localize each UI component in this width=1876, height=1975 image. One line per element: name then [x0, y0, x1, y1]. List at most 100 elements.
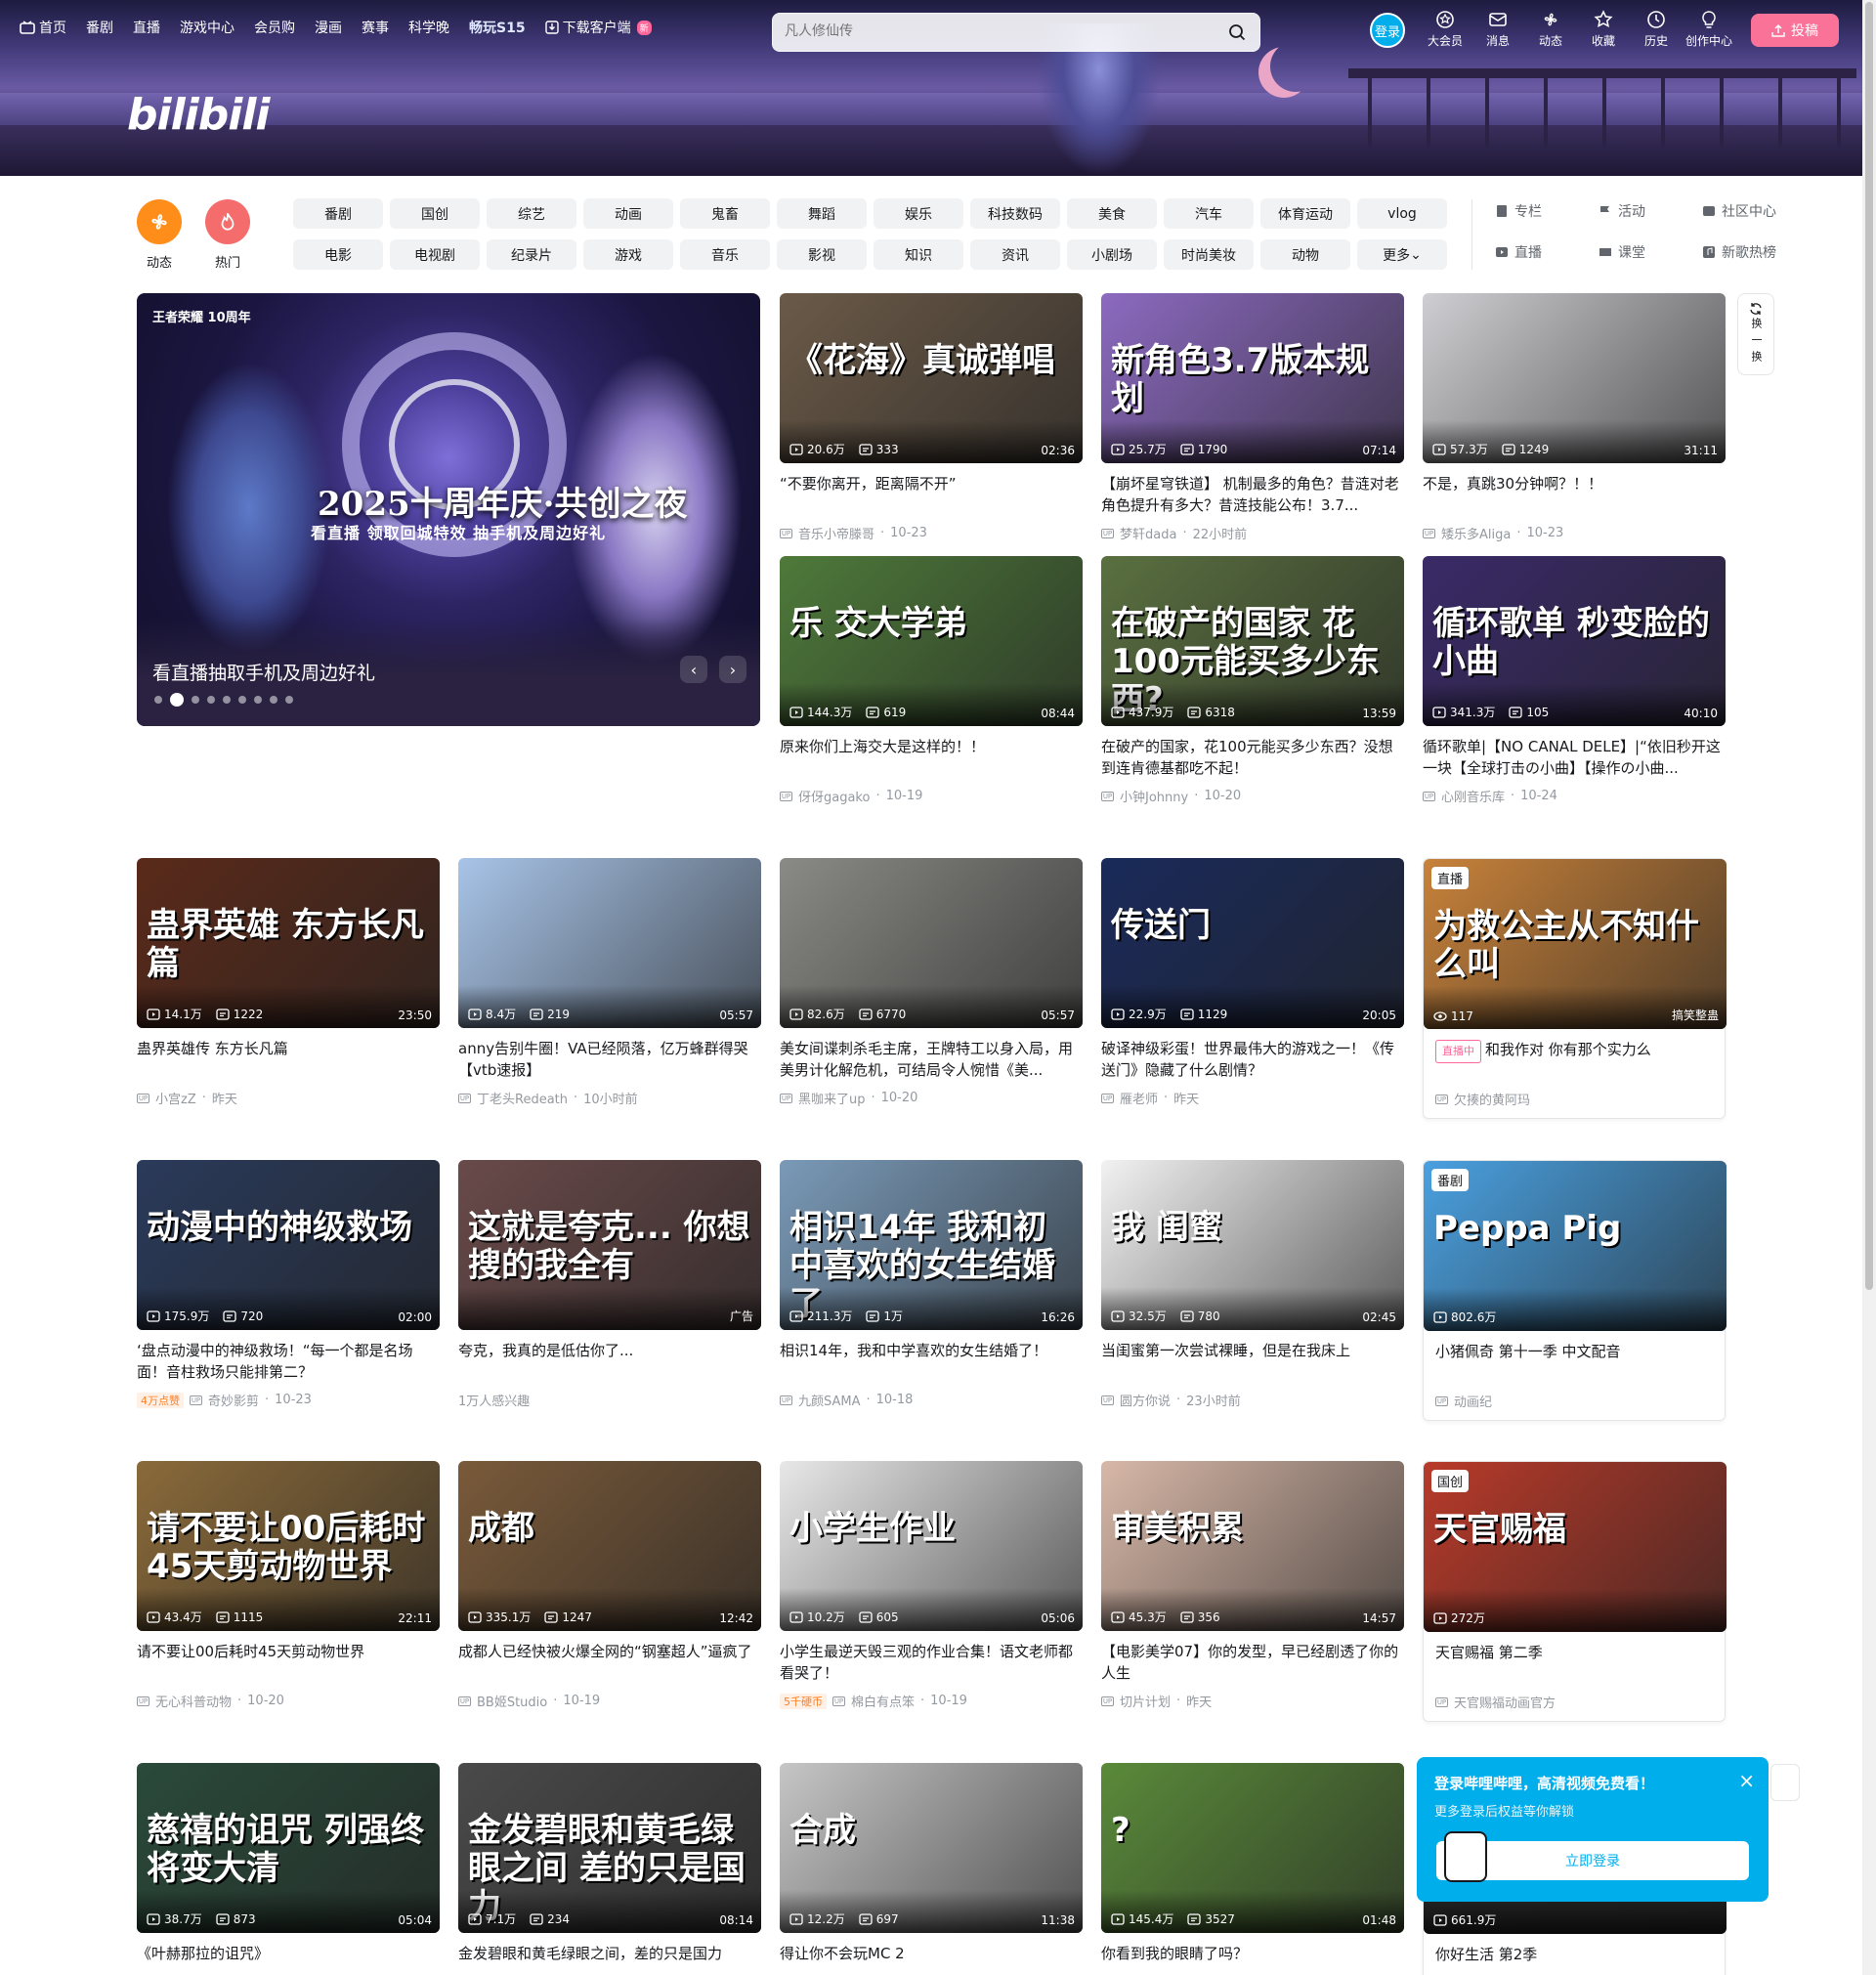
video-title[interactable]: 相识14年，我和中学喜欢的女生结婚了！ [780, 1340, 1083, 1383]
carousel-prev-button[interactable]: ‹ [680, 656, 707, 683]
creator-center-link[interactable]: 创作中心 [1683, 10, 1735, 49]
video-thumbnail[interactable]: 传送门 22.9万 1129 20:05 [1101, 858, 1404, 1028]
video-card[interactable]: 金发碧眼和黄毛绿眼之间 差的只是国力7.1万23408:14金发碧眼和黄毛绿眼之… [458, 1763, 761, 1975]
video-title[interactable]: 【电影美学07】你的发型，早已经剧透了你的人生 [1101, 1641, 1404, 1684]
video-thumbnail[interactable]: 动漫中的神级救场 175.9万 720 02:00 [137, 1160, 440, 1330]
video-title[interactable]: 当闺蜜第一次尝试裸睡，但是在我床上 [1101, 1340, 1404, 1383]
uploader-name[interactable]: 欠揍的黄阿玛 [1454, 1090, 1530, 1108]
channel-chip[interactable]: 音乐 [680, 239, 770, 270]
music-chart-link[interactable]: 新歌热榜 [1702, 242, 1806, 262]
video-title[interactable]: 循环歌单|【NO CANAL DELE】|“依旧秒开这一块【全球打击の小曲】【操… [1423, 736, 1726, 779]
video-title[interactable]: “不要你离开，距离隔不开” [780, 473, 1083, 516]
dynamic-shortcut[interactable]: 动态 [137, 199, 182, 271]
nav-home[interactable]: 首页 [20, 18, 66, 37]
video-card[interactable]: 蛊界英雄 东方长凡篇 14.1万 1222 23:50 蛊界英雄传 东方长凡篇 UP 小宫z… [137, 858, 440, 1107]
nav-manga[interactable]: 漫画 [315, 18, 342, 37]
video-thumbnail[interactable]: 请不要让00后耗时45天剪动物世界 43.4万 1115 22:11 [137, 1461, 440, 1631]
video-thumbnail[interactable]: 82.6万 6770 05:57 [780, 858, 1083, 1028]
video-card[interactable]: 天官赐福 国创 272万 天官赐福 第二季 UP 天官赐福动画官方 [1423, 1461, 1727, 1722]
channel-chip[interactable]: 纪录片 [487, 239, 576, 270]
nav-science[interactable]: 科学晚 [408, 18, 449, 37]
nav-esports[interactable]: 赛事 [362, 18, 389, 37]
video-thumbnail[interactable]: 相识14年 我和初中喜欢的女生结婚了211.3万1万16:26 [780, 1160, 1083, 1330]
video-card[interactable]: 《花海》真诚弹唱 20.6万 333 02:36 “不要你离开，距离隔不开” UP 音乐小帝… [780, 293, 1083, 542]
video-thumbnail[interactable]: 合成 12.2万 697 11:38 [780, 1763, 1083, 1933]
carousel-caption[interactable]: 看直播抽取手机及周边好礼 [152, 659, 375, 685]
video-thumbnail[interactable]: 我 闺蜜 32.5万 780 02:45 [1101, 1160, 1404, 1330]
uploader-name[interactable]: 心刚音乐库 [1441, 787, 1505, 805]
video-thumbnail[interactable]: 小学生作业 10.2万 605 05:06 [780, 1461, 1083, 1631]
video-card[interactable]: ? 145.4万 3527 01:48 你看到我的眼睛了吗？ [1101, 1763, 1404, 1975]
nav-download[interactable]: 下载客户端 新 [544, 18, 652, 37]
carousel-dot[interactable] [207, 696, 215, 704]
class-link[interactable]: 课堂 [1599, 242, 1702, 262]
video-thumbnail[interactable]: 《花海》真诚弹唱 20.6万 333 02:36 [780, 293, 1083, 463]
video-card[interactable]: 传送门 22.9万 1129 20:05 破译神级彩蛋！世界最伟大的游戏之一！《传送门》… [1101, 858, 1404, 1107]
dynamic-link[interactable]: 动态 [1524, 10, 1577, 49]
video-card[interactable]: 我 闺蜜 32.5万 780 02:45 当闺蜜第一次尝试裸睡，但是在我床上 UP 圆方你说… [1101, 1160, 1404, 1409]
uploader-name[interactable]: 梦轩dada [1120, 524, 1176, 542]
nav-game-center[interactable]: 游戏中心 [180, 18, 234, 37]
video-title[interactable]: 蛊界英雄传 东方长凡篇 [137, 1038, 440, 1081]
video-title[interactable]: 破译神级彩蛋！世界最伟大的游戏之一！《传送门》隐藏了什么剧情？ [1101, 1038, 1404, 1081]
carousel-next-button[interactable]: › [719, 656, 746, 683]
video-card[interactable]: 动漫中的神级救场 175.9万 720 02:00 ‘盘点动漫中的神级救场！“每一个都是… [137, 1160, 440, 1409]
uploader-name[interactable]: 九颜SAMA [798, 1391, 861, 1409]
channel-chip[interactable]: 体育运动 [1260, 198, 1350, 229]
close-icon[interactable]: × [1738, 1769, 1755, 1792]
search-input[interactable] [785, 23, 1215, 39]
uploader-name[interactable]: 小钟Johnny [1120, 787, 1188, 805]
channel-chip[interactable]: 动画 [583, 198, 673, 229]
uploader-name[interactable]: BB姬Studio [477, 1692, 547, 1710]
video-title[interactable]: 得让你不会玩MC 2 [780, 1943, 1083, 1975]
hot-shortcut[interactable]: 热门 [205, 199, 250, 271]
scrollbar[interactable] [1862, 0, 1876, 1975]
video-title[interactable]: 金发碧眼和黄毛绿眼之间，差的只是国力 [458, 1943, 761, 1975]
video-card[interactable]: Peppa Pig 番剧 802.6万 小猪佩奇 第十一季 中文配音 UP 动画纪 [1423, 1160, 1727, 1421]
channel-chip[interactable]: 电视剧 [390, 239, 480, 270]
video-title[interactable]: 直播中 和我作对 你有那个实力么 [1424, 1039, 1725, 1082]
video-card[interactable]: 慈禧的诅咒 列强终将变大清 38.7万 873 05:04 《叶赫那拉的诅咒》 [137, 1763, 440, 1975]
uploader-name[interactable]: 无心科普动物 [155, 1692, 232, 1710]
video-thumbnail[interactable]: Peppa Pig 番剧 802.6万 [1424, 1161, 1727, 1331]
refresh-button[interactable]: 换一换 [1737, 293, 1774, 375]
uploader-name[interactable]: 丁老头Redeath [477, 1089, 568, 1107]
video-card[interactable]: 82.6万 6770 05:57 美女间谍刺杀毛主席，王牌特工以身入局，用美男计化解危… [780, 858, 1083, 1107]
uploader-name[interactable]: 雁老师 [1120, 1089, 1158, 1107]
uploader-name[interactable]: 天官赐福动画官方 [1454, 1693, 1556, 1711]
channel-chip[interactable]: 小剧场 [1067, 239, 1157, 270]
live-link[interactable]: 直播 [1495, 242, 1599, 262]
channel-chip[interactable]: 电影 [293, 239, 383, 270]
column-link[interactable]: 专栏 [1495, 201, 1599, 221]
login-button[interactable]: 登录 [1370, 13, 1405, 48]
video-thumbnail[interactable]: 天官赐福 国创 272万 [1424, 1462, 1727, 1632]
channel-chip[interactable]: 鬼畜 [680, 198, 770, 229]
video-title[interactable]: 成都人已经快被火爆全网的“钢塞超人”逼疯了 [458, 1641, 761, 1684]
nav-live[interactable]: 直播 [133, 18, 160, 37]
channel-chip[interactable]: 科技数码 [970, 198, 1060, 229]
channel-chip[interactable]: 番剧 [293, 198, 383, 229]
channel-chip[interactable]: 综艺 [487, 198, 576, 229]
video-title[interactable]: 原来你们上海交大是这样的！！ [780, 736, 1083, 779]
video-card[interactable]: 合成 12.2万 697 11:38 得让你不会玩MC 2 [780, 1763, 1083, 1975]
community-link[interactable]: 社区中心 [1702, 201, 1806, 221]
uploader-name[interactable]: 动画纪 [1454, 1392, 1492, 1410]
carousel-dot[interactable] [238, 696, 246, 704]
video-title[interactable]: 在破产的国家，花100元能买多少东西？没想到连肯德基都吃不起！ [1101, 736, 1404, 779]
video-thumbnail[interactable]: 循环歌单 秒变脸的小曲 341.3万 105 40:10 [1423, 556, 1726, 726]
video-card[interactable]: 57.3万 1249 31:11 不是，真跳30分钟啊？！！ UP 矮乐多Aliga · 10… [1423, 293, 1726, 542]
carousel-dot[interactable] [285, 696, 293, 704]
uploader-name[interactable]: 伢伢gagako [798, 787, 870, 805]
video-thumbnail[interactable]: 新角色3.7版本规划 25.7万 1790 07:14 [1101, 293, 1404, 463]
video-card[interactable]: 请不要让00后耗时45天剪动物世界 43.4万 1115 22:11 请不要让00后耗时… [137, 1461, 440, 1710]
carousel-dot[interactable] [192, 696, 199, 704]
activity-link[interactable]: 活动 [1599, 201, 1702, 221]
video-card[interactable]: 这就是夸克... 你想搜的我全有 广告 夸克，我真的是低估你了... 1万人感兴趣 [458, 1160, 761, 1409]
channel-chip[interactable]: 游戏 [583, 239, 673, 270]
video-title[interactable]: 不是，真跳30分钟啊？！！ [1423, 473, 1726, 516]
video-title[interactable]: anny告别牛圈！VA已经陨落，亿万蜂群得哭【vtb速报】 [458, 1038, 761, 1081]
search-icon[interactable] [1228, 23, 1246, 41]
side-float-button[interactable] [1770, 1764, 1800, 1801]
channel-chip[interactable]: 美食 [1067, 198, 1157, 229]
video-card[interactable]: 循环歌单 秒变脸的小曲 341.3万 105 40:10 循环歌单|【NO CANAL … [1423, 556, 1726, 805]
